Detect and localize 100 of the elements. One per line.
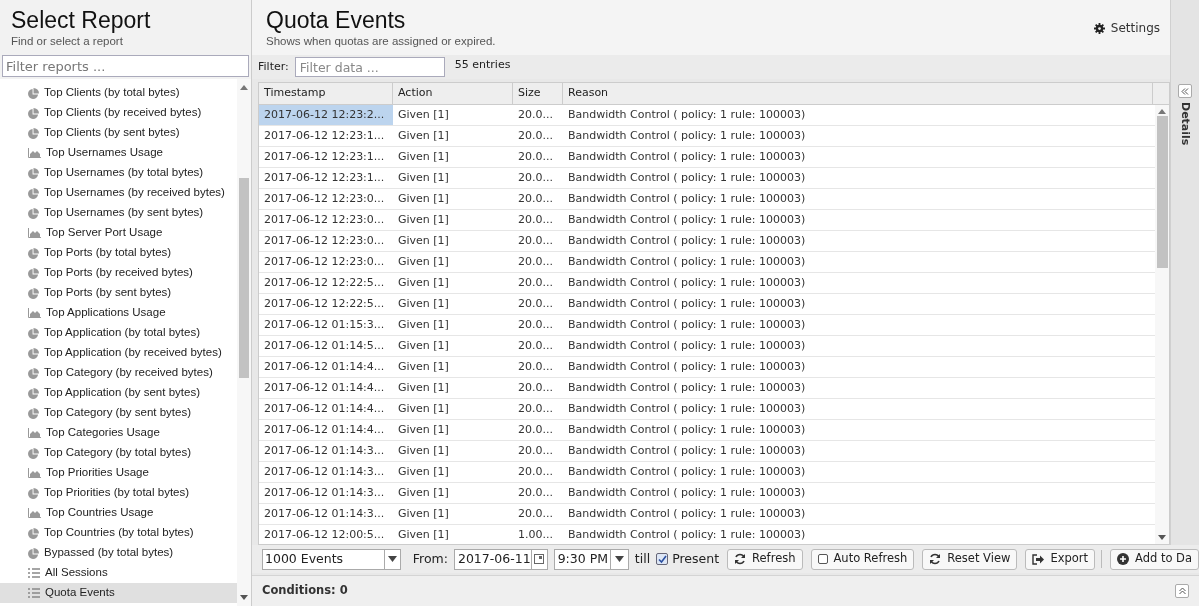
table-cell-text: 20.0... (517, 505, 554, 522)
report-list-item[interactable]: Top Usernames (by sent bytes) (0, 203, 237, 223)
toolbar-button[interactable]: Export (1025, 548, 1096, 570)
checkbox[interactable] (817, 554, 828, 564)
table-cell-text: 20.0... (517, 463, 554, 480)
toolbar-button[interactable]: Auto Refresh (810, 548, 915, 570)
double-chevron-icon (1178, 587, 1186, 595)
filter-label: Filter: (258, 58, 289, 75)
table-cell-text: 20.0... (517, 127, 554, 144)
report-list-item[interactable]: Top Usernames (by received bytes) (0, 183, 237, 203)
report-list-item[interactable]: Top Ports (by received bytes) (0, 263, 237, 283)
filter-field[interactable]: Filter data ... (294, 57, 445, 77)
table-cell-text: 2017-06-12 12:23:0... (263, 232, 386, 249)
report-list-item[interactable]: Top Category (by received bytes) (0, 363, 237, 383)
column-header[interactable]: Size (513, 83, 563, 104)
details-tab[interactable]: Details (1176, 102, 1194, 146)
table-cell-text: Bandwidth Control ( policy: 1 rule: 100003) (567, 274, 807, 291)
area-chart-icon (28, 508, 41, 518)
report-list-item[interactable]: Top Ports (by sent bytes) (0, 283, 237, 303)
present-checkbox[interactable] (656, 553, 669, 565)
report-list-item[interactable]: Top Category (by total bytes) (0, 443, 237, 463)
table-cell-text: Bandwidth Control ( policy: 1 rule: 100003) (567, 526, 807, 543)
report-list-item[interactable]: Top Ports (by total bytes) (0, 243, 237, 263)
area-chart-icon (28, 468, 41, 478)
report-list-item[interactable]: Top Applications Usage (0, 303, 237, 323)
report-list-item[interactable]: Top Category (by sent bytes) (0, 403, 237, 423)
report-list-item[interactable]: Top Clients (by received bytes) (0, 103, 237, 123)
toolbar-button[interactable]: Refresh (727, 548, 803, 570)
report-list-item[interactable]: All Sessions (0, 563, 237, 583)
scrollbar[interactable] (1155, 105, 1169, 544)
pie-chart-icon (28, 327, 39, 339)
table-cell-text: Given [1] (397, 232, 450, 249)
toolbar-button[interactable]: Reset View (922, 548, 1018, 570)
scroll-down-icon (240, 595, 248, 600)
table-cell-text: Bandwidth Control ( policy: 1 rule: 100003) (567, 421, 807, 438)
report-list-item[interactable]: Bypassed (by total bytes) (0, 543, 237, 563)
scrollbar[interactable] (237, 79, 251, 606)
table-cell-text: 2017-06-12 01:14:3... (263, 484, 386, 501)
table-cell-text: 2017-06-12 12:00:5... (263, 526, 386, 543)
pie-chart-icon (28, 447, 39, 459)
conditions-label: Conditions: 0 (262, 582, 348, 600)
report-list-item[interactable]: Top Clients (by sent bytes) (0, 123, 237, 143)
table-cell-text: Bandwidth Control ( policy: 1 rule: 100003) (567, 484, 807, 501)
table-cell-text: Bandwidth Control ( policy: 1 rule: 100003) (567, 463, 807, 480)
table-cell-text: 2017-06-12 01:14:4... (263, 379, 386, 396)
table-cell-text: 2017-06-12 01:14:4... (263, 358, 386, 375)
report-list-item[interactable]: Top Countries (by total bytes) (0, 523, 237, 543)
refresh-icon (734, 553, 747, 565)
table-cell-text: 20.0... (517, 211, 554, 228)
report-list-item[interactable]: Top Server Port Usage (0, 223, 237, 243)
pie-chart-icon (28, 207, 39, 219)
report-list-item[interactable]: Top Usernames (by total bytes) (0, 163, 237, 183)
table-cell-text: Bandwidth Control ( policy: 1 rule: 100003) (567, 358, 807, 375)
report-list-item[interactable]: Top Priorities Usage (0, 463, 237, 483)
table-cell-text: Given [1] (397, 421, 450, 438)
sidebar-title: Select Report (11, 7, 152, 34)
table-cell-text: Given [1] (397, 505, 450, 522)
limit-dropdown[interactable]: 1000 Events (262, 548, 401, 570)
expand-button[interactable] (1175, 584, 1189, 598)
report-list-item[interactable]: Top Categories Usage (0, 423, 237, 443)
pie-chart-icon (28, 87, 39, 99)
table-cell-text: Given [1] (397, 400, 450, 417)
report-list-item[interactable]: Top Priorities (by total bytes) (0, 483, 237, 503)
column-header[interactable]: Action (393, 83, 513, 104)
report-list-item[interactable]: Top Clients (by total bytes) (0, 83, 237, 103)
table-cell-text: Bandwidth Control ( policy: 1 rule: 100003) (567, 106, 807, 123)
export-icon (1032, 553, 1045, 565)
scroll-up-icon (1158, 109, 1166, 114)
report-list-item[interactable]: Top Application (by total bytes) (0, 323, 237, 343)
column-header[interactable]: Timestamp (259, 83, 393, 104)
area-chart-icon (28, 428, 41, 438)
table-cell-text: Given [1] (397, 190, 450, 207)
settings-button[interactable]: Settings (1093, 19, 1160, 37)
table-cell-text: Given [1] (397, 379, 450, 396)
time-dropdown[interactable]: 9:30 PM (553, 548, 629, 570)
table-cell-text: Given [1] (397, 127, 450, 144)
report-list-item[interactable]: Top Application (by sent bytes) (0, 383, 237, 403)
from-label: From: (412, 549, 448, 568)
refresh-icon (929, 553, 942, 565)
report-list-item[interactable]: Top Usernames Usage (0, 143, 237, 163)
table-cell-text: Given [1] (397, 526, 450, 543)
table-cell-text: 20.0... (517, 379, 554, 396)
report-list-item[interactable]: Quota Events (0, 583, 237, 603)
report-list-item[interactable]: Top Application (by received bytes) (0, 343, 237, 363)
table-cell-text: 20.0... (517, 274, 554, 291)
table-cell-text: Given [1] (397, 106, 450, 123)
table-cell-text: 20.0... (517, 295, 554, 312)
report-list-item[interactable]: Top Countries Usage (0, 503, 237, 523)
table-cell: 2017-06-12 12:23:2... (259, 105, 393, 125)
table-cell-text: 20.0... (517, 232, 554, 249)
table-cell-text: Bandwidth Control ( policy: 1 rule: 100003) (567, 190, 807, 207)
search-field[interactable]: Filter reports ... (2, 55, 249, 77)
table-cell-text: 2017-06-12 12:23:0... (263, 190, 386, 207)
table-cell-text: Bandwidth Control ( policy: 1 rule: 100003) (567, 211, 807, 228)
date-field[interactable]: 2017-06-11 (453, 548, 548, 570)
column-header[interactable]: Reason (563, 83, 1153, 104)
expand-button[interactable] (1178, 84, 1192, 98)
toolbar-button[interactable]: Add to Da (1109, 548, 1199, 570)
table-cell-text: 20.0... (517, 400, 554, 417)
pie-chart-icon (28, 487, 39, 499)
